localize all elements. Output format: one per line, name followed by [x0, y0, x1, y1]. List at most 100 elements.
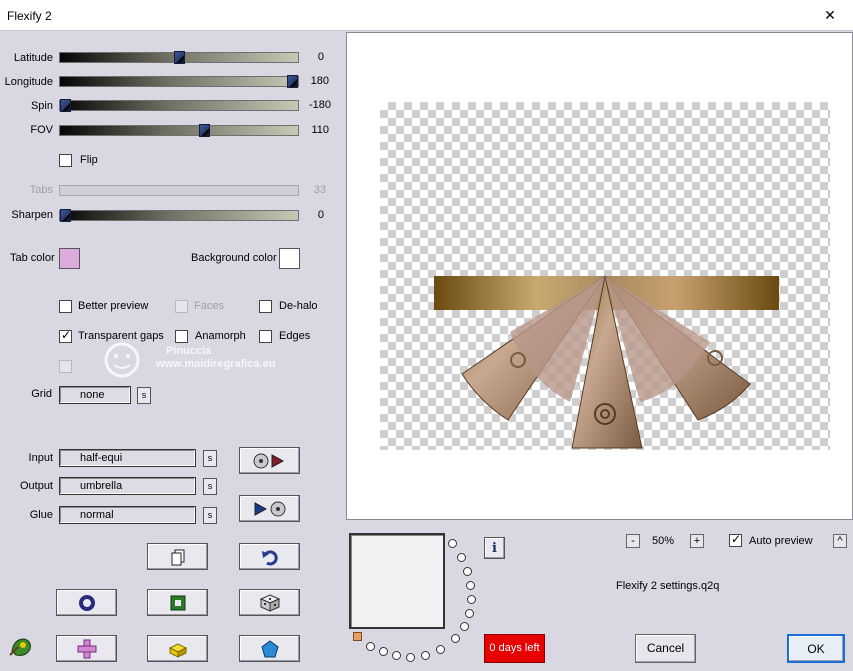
flip-label: Flip — [80, 154, 98, 166]
cancel-button[interactable]: Cancel — [635, 634, 696, 663]
watermark-line2: www.maidiregrafica.eu — [156, 358, 276, 370]
anamorph-label: Anamorph — [195, 330, 246, 342]
nav-dot[interactable] — [451, 634, 460, 643]
better-preview-label: Better preview — [78, 300, 149, 312]
watermark-line1: Pinuccia — [166, 345, 212, 357]
save-output-button[interactable] — [239, 495, 300, 522]
glue-label: Glue — [29, 509, 53, 521]
yellow-brick-icon — [168, 642, 187, 658]
nav-dot[interactable] — [465, 609, 474, 618]
tile-button[interactable] — [56, 635, 117, 662]
input-select[interactable]: half-equi — [59, 449, 196, 467]
longitude-slider-thumb[interactable] — [287, 75, 298, 88]
sharpen-slider[interactable] — [59, 209, 299, 222]
input-s-button[interactable]: s — [203, 450, 217, 467]
faces-label: Faces — [194, 300, 224, 312]
nav-dot[interactable] — [421, 651, 430, 660]
nav-dot[interactable] — [457, 553, 466, 562]
nav-dot[interactable] — [463, 567, 472, 576]
preview-panel[interactable] — [346, 32, 853, 520]
fov-value: 110 — [311, 124, 329, 136]
nav-dot[interactable] — [460, 622, 469, 631]
auto-preview-checkbox[interactable]: ✓ — [729, 533, 742, 547]
title-bar: Flexify 2 ✕ — [0, 0, 853, 31]
navigator-thumbnail[interactable] — [349, 533, 445, 629]
extra-option-checkbox — [59, 360, 72, 373]
longitude-slider[interactable] — [59, 75, 299, 88]
tab-color-swatch[interactable] — [59, 248, 80, 269]
info-icon: i — [492, 540, 497, 556]
longitude-value: 180 — [310, 75, 329, 87]
trial-days-badge[interactable]: 0 days left — [484, 634, 545, 663]
navigator-handle-icon[interactable] — [353, 632, 362, 641]
fov-slider-thumb[interactable] — [199, 124, 210, 137]
faces-checkbox — [175, 300, 188, 313]
square-button[interactable] — [147, 589, 208, 616]
settings-filename: Flexify 2 settings.q2q — [616, 580, 720, 592]
grid-s-button[interactable]: s — [137, 387, 151, 404]
filter-logo-icon — [9, 638, 31, 656]
copy-button[interactable] — [147, 543, 208, 570]
zoom-in-button[interactable]: + — [690, 534, 704, 548]
background-color-swatch[interactable] — [279, 248, 300, 269]
nav-dot[interactable] — [466, 581, 475, 590]
nav-dot[interactable] — [379, 647, 388, 656]
output-select[interactable]: umbrella — [59, 477, 196, 495]
nav-dot[interactable] — [392, 651, 401, 660]
auto-preview-label: Auto preview — [749, 535, 813, 547]
edges-checkbox[interactable] — [259, 330, 272, 343]
dialog-body: Latitude 0 Longitude 180 Spin -180 FOV 1… — [0, 32, 853, 671]
dice-icon — [259, 593, 280, 612]
longitude-label: Longitude — [4, 76, 53, 88]
undo-button[interactable] — [239, 543, 300, 570]
fov-slider[interactable] — [59, 124, 299, 137]
copy-pages-icon — [171, 549, 184, 565]
output-s-button[interactable]: s — [203, 478, 217, 495]
grid-select[interactable]: none — [59, 386, 131, 404]
ring-icon — [78, 594, 95, 611]
pentagon-button[interactable] — [239, 635, 300, 662]
grid-label: Grid — [31, 388, 52, 400]
ring-button[interactable] — [56, 589, 117, 616]
sharpen-slider-thumb[interactable] — [60, 209, 71, 222]
blue-pentagon-icon — [260, 639, 279, 657]
tabs-label: Tabs — [29, 184, 53, 196]
umbrella-render-image — [434, 275, 779, 449]
nav-dot[interactable] — [467, 595, 476, 604]
latitude-slider-thumb[interactable] — [174, 51, 185, 64]
better-preview-checkbox[interactable] — [59, 300, 72, 313]
anamorph-checkbox[interactable] — [175, 330, 188, 343]
app-logo — [8, 633, 34, 659]
collapse-button[interactable]: ^ — [833, 534, 847, 548]
edges-label: Edges — [279, 330, 311, 342]
spin-slider[interactable] — [59, 99, 299, 112]
preview-canvas[interactable] — [380, 102, 830, 450]
fov-label: FOV — [30, 124, 53, 136]
sharpen-label: Sharpen — [11, 209, 53, 221]
random-button[interactable] — [239, 589, 300, 616]
load-input-button[interactable] — [239, 447, 300, 474]
transparent-gaps-checkbox[interactable]: ✓ — [59, 329, 72, 343]
window-title: Flexify 2 — [7, 9, 52, 23]
spin-slider-thumb[interactable] — [60, 99, 71, 112]
glue-s-button[interactable]: s — [203, 507, 217, 524]
glue-select[interactable]: normal — [59, 506, 196, 524]
green-square-icon — [170, 595, 185, 610]
close-icon[interactable]: ✕ — [807, 0, 853, 31]
info-button[interactable]: i — [484, 537, 505, 559]
latitude-slider[interactable] — [59, 51, 299, 64]
zoom-out-button[interactable]: - — [626, 534, 640, 548]
ok-button[interactable]: OK — [787, 634, 845, 663]
spin-value: -180 — [308, 99, 331, 111]
nav-dot[interactable] — [448, 539, 457, 548]
brick-button[interactable] — [147, 635, 208, 662]
nav-dot[interactable] — [406, 653, 415, 662]
output-label: Output — [19, 480, 53, 492]
nav-dot[interactable] — [366, 642, 375, 651]
flip-checkbox[interactable] — [59, 154, 72, 167]
tabs-value: 33 — [313, 184, 326, 196]
de-halo-checkbox[interactable] — [259, 300, 272, 313]
de-halo-label: De-halo — [279, 300, 318, 312]
spin-label: Spin — [30, 100, 53, 112]
nav-dot[interactable] — [436, 645, 445, 654]
